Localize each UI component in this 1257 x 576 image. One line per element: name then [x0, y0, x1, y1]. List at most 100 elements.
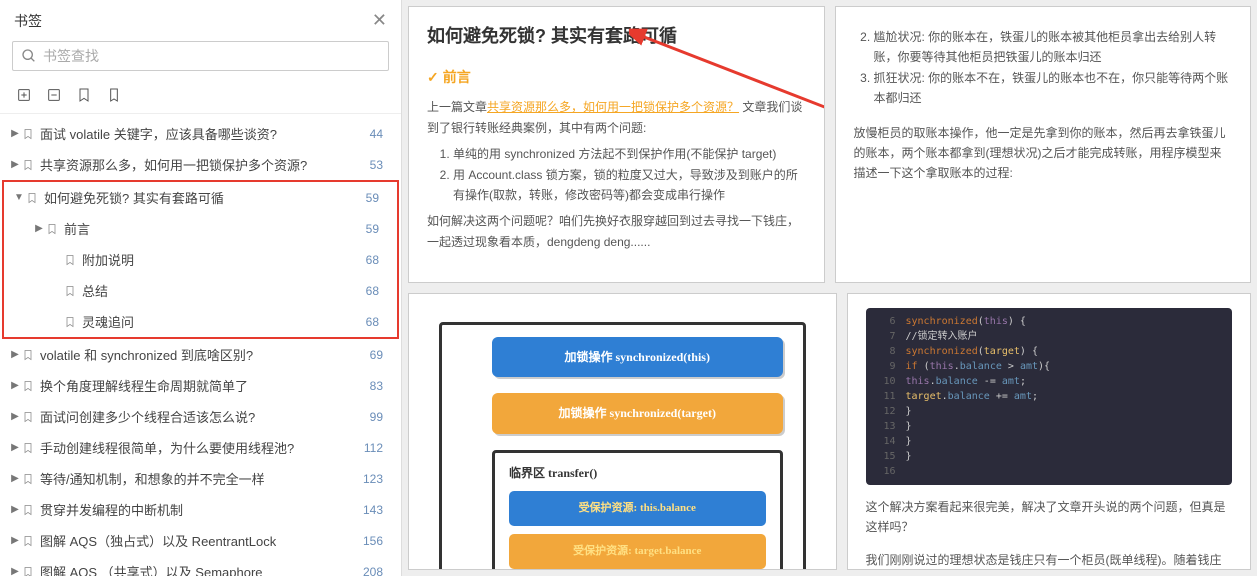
list-item: 抓狂状况: 你的账本不在，铁蛋儿的账本也不在，你只能等待两个账本都归还 — [874, 68, 1233, 109]
article-para: 如何解决这两个问题呢？咱们先换好衣服穿越回到过去寻找一下钱庄，一起透过现象看本质… — [427, 211, 806, 252]
bookmark-item[interactable]: 总结 68 — [4, 275, 397, 306]
article-para: 放慢柜员的取账本操作，他一定是先拿到你的账本，然后再去拿铁蛋儿的账本，两个账本都… — [854, 123, 1233, 184]
bookmark-item[interactable]: ▶ volatile 和 synchronized 到底啥区别? 69 — [0, 339, 401, 370]
expand-arrow-icon[interactable]: ▶ — [10, 411, 20, 422]
bookmark-item[interactable]: ▶ 手动创建线程很简单，为什么要使用线程池? 112 — [0, 432, 401, 463]
code-line: 12 } — [876, 404, 1223, 419]
content-area: 如何避免死锁? 其实有套路可循 前言 上一篇文章共享资源那么多，如何用一把锁保护… — [402, 0, 1257, 576]
code-panel[interactable]: 6synchronized(this) {7 //锁定转入账户8 synchro… — [847, 293, 1252, 570]
bookmark-item[interactable]: ▶ 共享资源那么多，如何用一把锁保护多个资源? 53 — [0, 149, 401, 180]
search-input[interactable] — [43, 48, 380, 64]
bookmark-item[interactable]: ▶ 前言 59 — [4, 213, 397, 244]
sidebar-title: 书签 — [14, 11, 42, 31]
bookmark-page: 99 — [370, 410, 389, 424]
bookmark-label: 换个角度理解线程生命周期就简单了 — [40, 376, 248, 395]
bookmark-label: volatile 和 synchronized 到底啥区别? — [40, 345, 253, 364]
code-line: 13 } — [876, 419, 1223, 434]
remove-bookmark-icon[interactable] — [46, 87, 62, 103]
article-title: 如何避免死锁? 其实有套路可循 — [427, 21, 806, 52]
code-line: 11 target.balance += amt; — [876, 389, 1223, 404]
code-block: 6synchronized(this) {7 //锁定转入账户8 synchro… — [866, 308, 1233, 485]
bookmark-item[interactable]: 灵魂追问 68 — [4, 306, 397, 337]
diagram-lock-this: 加锁操作 synchronized(this) — [492, 337, 783, 377]
bookmark-label: 等待/通知机制，和想象的并不完全一样 — [40, 469, 265, 488]
bookmark-label: 前言 — [64, 219, 90, 238]
bookmark-page: 69 — [370, 348, 389, 362]
bookmark-item[interactable]: ▶ 面试 volatile 关键字，应该具备哪些谈资? 44 — [0, 118, 401, 149]
bookmark-list[interactable]: ▶ 面试 volatile 关键字，应该具备哪些谈资? 44 ▶ 共享资源那么多，如何用… — [0, 114, 401, 576]
expand-arrow-icon[interactable]: ▶ — [10, 535, 20, 546]
toolbar-icons — [0, 81, 401, 114]
bookmark-page: 68 — [366, 253, 385, 267]
bookmark-page: 112 — [364, 441, 389, 455]
code-line: 14} — [876, 434, 1223, 449]
bookmark-item[interactable]: ▶ 图解 AQS （共享式）以及 Semaphore 208 — [0, 556, 401, 576]
code-line: 16 — [876, 464, 1223, 479]
resource-target: 受保护资源: target.balance — [509, 534, 766, 569]
bookmark-page: 59 — [366, 222, 385, 236]
search-container — [0, 37, 401, 81]
bookmark-item[interactable]: ▼如何避免死锁? 其实有套路可循59 — [4, 182, 397, 213]
expand-arrow-icon[interactable]: ▶ — [10, 473, 20, 484]
bookmark-item[interactable]: ▶图解 AQS（独占式）以及 ReentrantLock156 — [0, 525, 401, 556]
bookmark-label: 总结 — [82, 281, 108, 300]
code-line: 8 synchronized(target) { — [876, 344, 1223, 359]
expand-arrow-icon[interactable]: ▶ — [10, 349, 20, 360]
code-line: 10 this.balance -= amt; — [876, 374, 1223, 389]
expand-arrow-icon[interactable]: ▶ — [10, 504, 20, 515]
expand-arrow-icon[interactable]: ▶ — [34, 223, 44, 234]
bookmark-label: 面试 volatile 关键字，应该具备哪些谈资? — [40, 124, 277, 143]
bookmark-label: 图解 AQS （共享式）以及 Semaphore — [40, 562, 263, 576]
explanation-panel[interactable]: 尴尬状况: 你的账本在，铁蛋儿的账本被其他柜员拿出去给别人转账，你要等待其他柜员… — [835, 6, 1252, 283]
code-line: 7 //锁定转入账户 — [876, 329, 1223, 344]
bookmark-label: 如何避免死锁? 其实有套路可循 — [44, 188, 224, 207]
diagram-panel[interactable]: 加锁操作 synchronized(this) 加锁操作 synchronize… — [408, 293, 837, 570]
code-line: 9 if (this.balance > amt){ — [876, 359, 1223, 374]
sidebar-header: 书签 ✕ — [0, 0, 401, 37]
bookmark-page: 156 — [363, 534, 389, 548]
bookmark-item[interactable]: ▶ 换个角度理解线程生命周期就简单了 83 — [0, 370, 401, 401]
bookmark-item[interactable]: ▶ 贯穿并发编程的中断机制 143 — [0, 494, 401, 525]
bookmark-ribbon-icon[interactable] — [106, 87, 122, 103]
add-bookmark-icon[interactable] — [16, 87, 32, 103]
bookmark-page: 68 — [366, 284, 385, 298]
bookmark-label: 手动创建线程很简单，为什么要使用线程池? — [40, 438, 294, 457]
lock-diagram: 加锁操作 synchronized(this) 加锁操作 synchronize… — [439, 322, 806, 570]
critical-title: 临界区 transfer() — [509, 463, 766, 483]
expand-arrow-icon[interactable]: ▶ — [10, 159, 20, 170]
bookmark-page: 53 — [370, 158, 389, 172]
article-link[interactable]: 共享资源那么多，如何用一把锁保护多个资源？ — [487, 100, 739, 114]
close-icon[interactable]: ✕ — [372, 10, 387, 31]
bookmarks-sidebar: 书签 ✕ ▶ 面试 volatile 关键字，应该具备哪些谈资? 44 ▶ 共享资源那么… — [0, 0, 402, 576]
bookmark-label: 共享资源那么多，如何用一把锁保护多个资源? — [40, 155, 307, 174]
expand-arrow-icon[interactable]: ▶ — [10, 566, 20, 576]
bookmark-label: 面试问创建多少个线程合适该怎么说? — [40, 407, 255, 426]
bookmark-item[interactable]: ▶ 面试问创建多少个线程合适该怎么说? 99 — [0, 401, 401, 432]
bookmark-page: 143 — [363, 503, 389, 517]
status-list: 尴尬状况: 你的账本在，铁蛋儿的账本被其他柜员拿出去给别人转账，你要等待其他柜员… — [854, 27, 1233, 109]
list-item: 单纯的用 synchronized 方法起不到保护作用(不能保护 target) — [453, 144, 806, 164]
critical-section-box: 临界区 transfer() 受保护资源: this.balance 受保护资源… — [492, 450, 783, 570]
diagram-lock-target: 加锁操作 synchronized(target) — [492, 393, 783, 433]
code-line: 6synchronized(this) { — [876, 314, 1223, 329]
search-box[interactable] — [12, 41, 389, 71]
expand-arrow-icon[interactable]: ▶ — [10, 380, 20, 391]
expand-arrow-icon[interactable]: ▶ — [10, 442, 20, 453]
article-list: 单纯的用 synchronized 方法起不到保护作用(不能保护 target)… — [427, 144, 806, 205]
bookmark-label: 贯穿并发编程的中断机制 — [40, 500, 183, 519]
bookmark-page: 44 — [370, 127, 389, 141]
bookmark-page: 83 — [370, 379, 389, 393]
bookmark-page: 208 — [363, 565, 389, 576]
bookmark-item[interactable]: ▶ 等待/通知机制，和想象的并不完全一样 123 — [0, 463, 401, 494]
bookmark-page: 68 — [366, 315, 385, 329]
article-para: 上一篇文章共享资源那么多，如何用一把锁保护多个资源？ 文章我们谈到了银行转账经典… — [427, 97, 806, 138]
article-panel[interactable]: 如何避免死锁? 其实有套路可循 前言 上一篇文章共享资源那么多，如何用一把锁保护… — [408, 6, 825, 283]
bookmark-label: 灵魂追问 — [82, 312, 134, 331]
bookmark-label: 附加说明 — [82, 250, 134, 269]
expand-arrow-icon[interactable]: ▼ — [14, 192, 24, 203]
bookmark-page: 123 — [363, 472, 389, 486]
bookmark-item[interactable]: 附加说明 68 — [4, 244, 397, 275]
bookmark-icon[interactable] — [76, 87, 92, 103]
section-heading: 前言 — [427, 66, 806, 90]
expand-arrow-icon[interactable]: ▶ — [10, 128, 20, 139]
